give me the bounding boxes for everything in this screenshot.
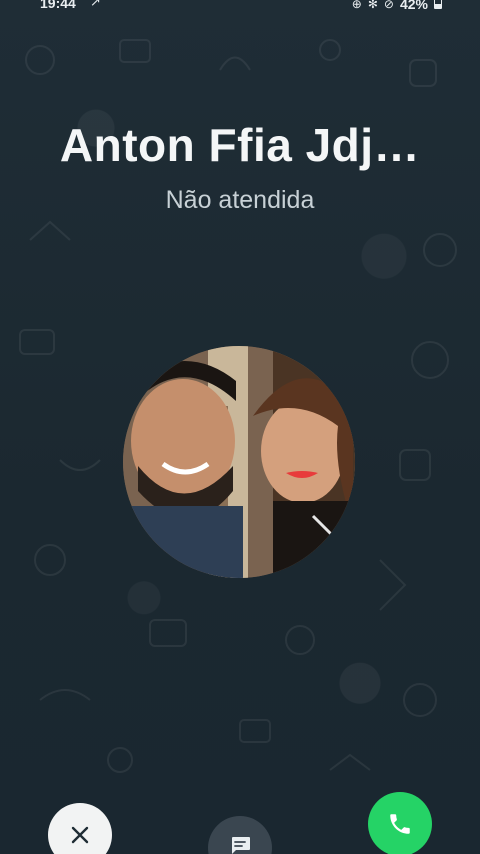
close-icon — [71, 826, 89, 844]
status-time: 19:44 — [40, 0, 76, 11]
wifi-off-icon: ✻ — [367, 0, 378, 11]
call-status: Não atendida — [165, 186, 315, 214]
status-bar: 19:44 ↗ ⊕ ✻ ⊘ 42% — [0, 0, 480, 14]
message-icon — [231, 837, 250, 854]
battery-percentage: 42% — [399, 0, 428, 12]
caller-name: Anton Ffia Jdj… — [59, 119, 421, 171]
game-controller-icon: ⊕ — [351, 0, 362, 11]
battery-icon — [434, 0, 442, 9]
call-back-button[interactable] — [368, 792, 432, 854]
caller-avatar — [123, 346, 355, 578]
do-not-disturb-icon: ⊘ — [383, 0, 394, 11]
phone-icon — [390, 814, 410, 834]
navigation-arrow-icon: ↗ — [90, 0, 101, 9]
status-icons: ⊕ ✻ ⊘ 42% — [351, 0, 442, 12]
